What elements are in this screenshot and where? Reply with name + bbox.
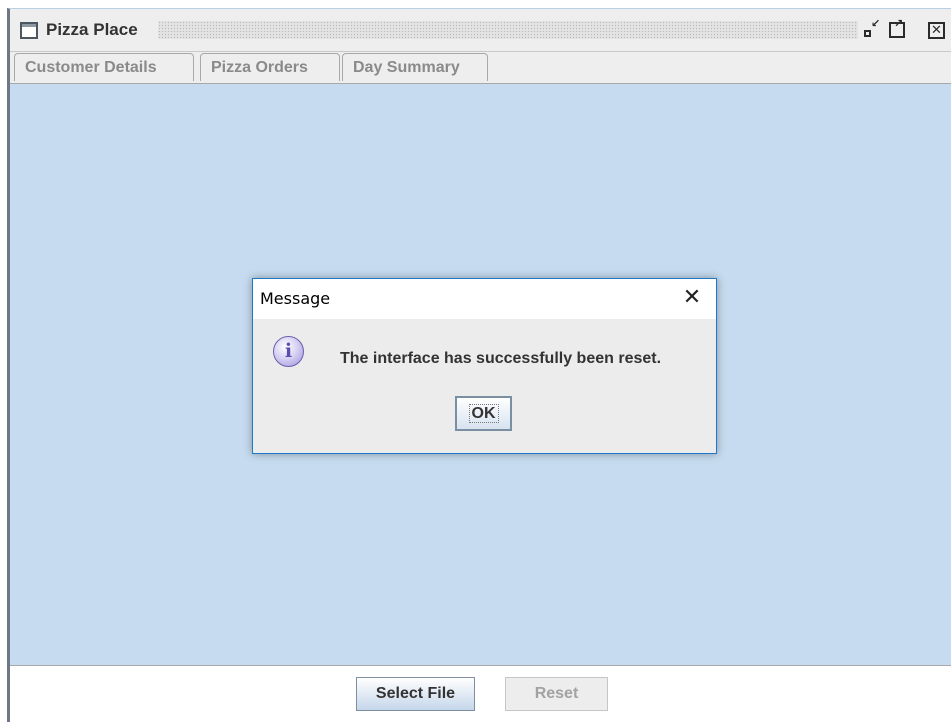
tab-pizza-orders[interactable]: Pizza Orders — [200, 53, 340, 81]
button-bar: Select File Reset — [10, 665, 951, 724]
dialog-close-icon[interactable]: ✕ — [678, 283, 706, 313]
message-dialog: Message ✕ i The interface has successful… — [252, 278, 717, 454]
dialog-titlebar[interactable]: Message ✕ — [253, 279, 716, 319]
information-icon: i — [273, 336, 304, 367]
select-file-button[interactable]: Select File — [356, 677, 475, 711]
maximize-icon[interactable] — [889, 17, 905, 38]
window-title: Pizza Place — [46, 20, 138, 39]
titlebar-drag-area[interactable] — [158, 21, 858, 39]
dialog-message: The interface has successfully been rese… — [340, 350, 662, 367]
tab-customer-details[interactable]: Customer Details — [14, 53, 194, 81]
iconify-icon[interactable] — [863, 17, 880, 38]
ok-button-label: OK — [468, 404, 499, 423]
close-icon[interactable]: ✕ — [928, 22, 945, 39]
window-icon — [20, 22, 38, 39]
tab-day-summary[interactable]: Day Summary — [342, 53, 488, 81]
information-icon-glyph: i — [284, 340, 293, 362]
reset-button[interactable]: Reset — [505, 677, 608, 711]
ok-button[interactable]: OK — [455, 396, 512, 431]
dialog-title: Message — [260, 289, 331, 308]
window-titlebar[interactable]: Pizza Place ✕ — [10, 9, 951, 52]
